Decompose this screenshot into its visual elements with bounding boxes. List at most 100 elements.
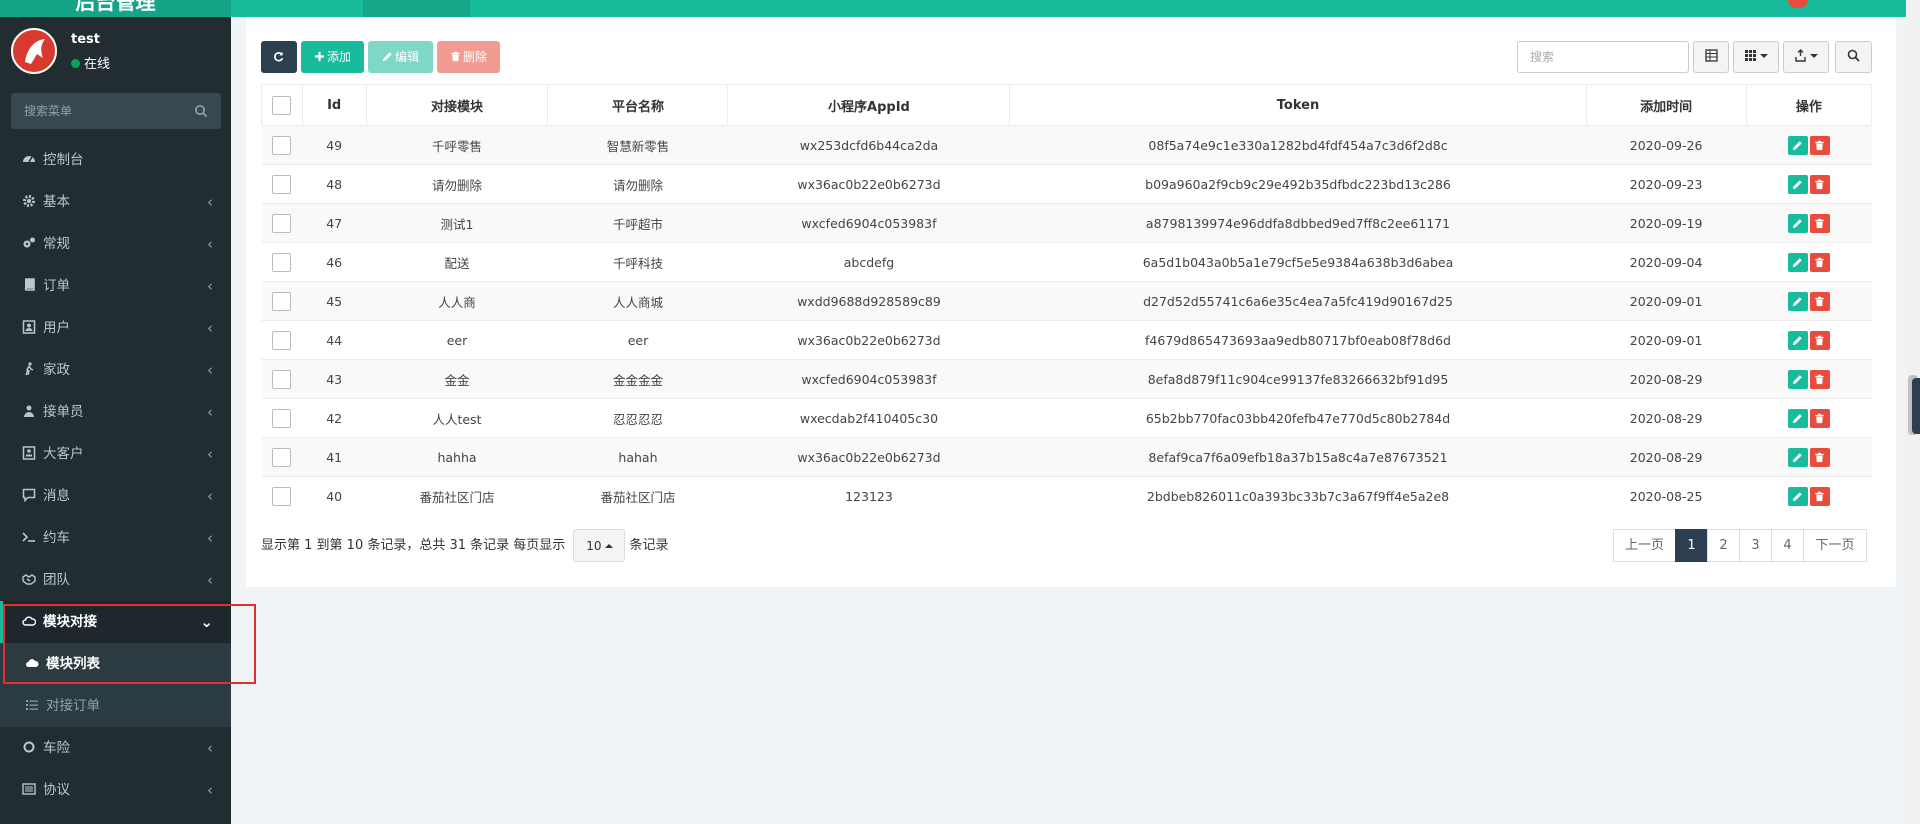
sidebar-item-users[interactable]: 用户 ‹ bbox=[0, 307, 231, 349]
column-header[interactable]: 小程序AppId bbox=[727, 84, 1011, 126]
sidebar-item-basic[interactable]: 基本 ‹ bbox=[0, 181, 231, 223]
table-row[interactable]: 41 hahha hahah wx36ac0b22e0b6273d 8efaf9ca7f… bbox=[261, 437, 1872, 477]
menu-search-input[interactable] bbox=[11, 93, 181, 129]
toggle-view-button[interactable] bbox=[1693, 41, 1729, 73]
app-logo[interactable]: 后台管理 bbox=[0, 0, 231, 17]
page-button[interactable]: 3 bbox=[1739, 529, 1772, 562]
sidebar-item-housekeeping[interactable]: 家政 ‹ bbox=[0, 349, 231, 391]
caret-up-icon bbox=[604, 544, 613, 548]
row-delete-button[interactable] bbox=[1809, 252, 1830, 272]
row-checkbox[interactable] bbox=[272, 135, 292, 155]
table-row[interactable]: 46 配送 千呼科技 abcdefg 6a5d1b043a0b5a1e79cf5e5e9… bbox=[261, 242, 1872, 282]
notification-badge[interactable] bbox=[1788, 0, 1808, 8]
table-row[interactable]: 42 人人test 忍忍忍忍 wxecdab2f410405c30 65b2bb770f… bbox=[261, 398, 1872, 438]
row-delete-button[interactable] bbox=[1809, 486, 1830, 506]
table-row[interactable]: 44 eer eer wx36ac0b22e0b6273d f4679d86547369… bbox=[261, 320, 1872, 360]
page-button[interactable]: 1 bbox=[1675, 529, 1708, 562]
table-search-input[interactable] bbox=[1517, 41, 1689, 73]
row-edit-button[interactable] bbox=[1787, 369, 1808, 389]
row-checkbox[interactable] bbox=[272, 291, 292, 311]
row-checkbox[interactable] bbox=[272, 369, 292, 389]
column-header[interactable]: Token bbox=[1009, 84, 1587, 126]
row-delete-button[interactable] bbox=[1809, 369, 1830, 389]
row-delete-button[interactable] bbox=[1809, 291, 1830, 311]
row-select-cell bbox=[261, 437, 303, 477]
table-row[interactable]: 43 金金 金金金金 wxcfed6904c053983f 8efa8d879f11c9… bbox=[261, 359, 1872, 399]
row-actions bbox=[1746, 125, 1872, 165]
row-delete-button[interactable] bbox=[1809, 330, 1830, 350]
pagination: 上一页 1 2 3 4 下一页 bbox=[1613, 529, 1867, 562]
row-edit-button[interactable] bbox=[1787, 447, 1808, 467]
advanced-search-button[interactable] bbox=[1835, 41, 1872, 73]
sidebar-item-messages[interactable]: 消息 ‹ bbox=[0, 475, 231, 517]
column-header[interactable]: 添加时间 bbox=[1585, 84, 1747, 126]
column-header[interactable]: 对接模块 bbox=[365, 84, 549, 126]
table-row[interactable]: 48 请勿删除 请勿删除 wx36ac0b22e0b6273d b09a960a2f9c… bbox=[261, 164, 1872, 204]
table-row[interactable]: 49 千呼零售 智慧新零售 wx253dcfd6b44ca2da 08f5a74e9c1… bbox=[261, 125, 1872, 165]
select-all-checkbox[interactable] bbox=[272, 95, 292, 115]
cell-id: 45 bbox=[302, 281, 366, 321]
cell-platform: eer bbox=[547, 320, 728, 360]
sidebar-item-label: 基本 bbox=[43, 194, 70, 210]
row-checkbox[interactable] bbox=[272, 486, 292, 506]
row-edit-button[interactable] bbox=[1787, 291, 1808, 311]
table-row[interactable]: 40 番茄社区门店 番茄社区门店 123123 2bdbeb826011c0a393bc… bbox=[261, 476, 1872, 516]
cell-date: 2020-08-29 bbox=[1586, 437, 1747, 477]
page-button[interactable]: 2 bbox=[1707, 529, 1740, 562]
row-checkbox[interactable] bbox=[272, 447, 292, 467]
row-edit-button[interactable] bbox=[1787, 174, 1808, 194]
row-checkbox[interactable] bbox=[272, 408, 292, 428]
sidebar-item-dispatchers[interactable]: 接单员 ‹ bbox=[0, 391, 231, 433]
sidebar-item-label: 常规 bbox=[43, 236, 70, 252]
edit-button-label: 编辑 bbox=[394, 50, 419, 64]
row-checkbox[interactable] bbox=[272, 252, 292, 272]
page-size-select[interactable]: 10 bbox=[573, 529, 626, 562]
row-edit-button[interactable] bbox=[1787, 486, 1808, 506]
row-checkbox[interactable] bbox=[272, 174, 292, 194]
column-header[interactable]: 平台名称 bbox=[547, 84, 729, 126]
sidebar-item-key-accounts[interactable]: 大客户 ‹ bbox=[0, 433, 231, 475]
sidebar-item-car-insurance[interactable]: 车险 ‹ bbox=[0, 727, 231, 769]
table-row[interactable]: 45 人人商 人人商城 wxdd9688d928589c89 d27d52d55741c… bbox=[261, 281, 1872, 321]
edit-button[interactable]: 编辑 bbox=[368, 41, 433, 73]
row-edit-button[interactable] bbox=[1787, 408, 1808, 428]
row-checkbox[interactable] bbox=[272, 213, 292, 233]
row-edit-button[interactable] bbox=[1787, 252, 1808, 272]
sidebar-item-general[interactable]: 常规 ‹ bbox=[0, 223, 231, 265]
refresh-icon bbox=[273, 51, 283, 62]
cell-appid: wx36ac0b22e0b6273d bbox=[727, 164, 1010, 204]
column-header[interactable]: Id bbox=[301, 84, 367, 126]
table-row[interactable]: 47 测试1 千呼超市 wxcfed6904c053983f a8798139974e9… bbox=[261, 203, 1872, 243]
row-edit-button[interactable] bbox=[1787, 330, 1808, 350]
side-drawer-handle[interactable] bbox=[1912, 378, 1920, 434]
row-edit-button[interactable] bbox=[1787, 213, 1808, 233]
sidebar-item-agreements[interactable]: 协议 ‹ bbox=[0, 769, 231, 811]
page-button[interactable]: 4 bbox=[1771, 529, 1804, 562]
sidebar-item-ride-booking[interactable]: 约车 ‹ bbox=[0, 517, 231, 559]
export-button[interactable] bbox=[1783, 41, 1829, 73]
row-delete-button[interactable] bbox=[1809, 213, 1830, 233]
sidebar-item-team[interactable]: 团队 ‹ bbox=[0, 559, 231, 601]
row-delete-button[interactable] bbox=[1809, 135, 1830, 155]
refresh-button[interactable] bbox=[261, 41, 297, 73]
row-delete-button[interactable] bbox=[1809, 174, 1830, 194]
row-actions bbox=[1746, 359, 1872, 399]
sidebar-item-orders[interactable]: 订单 ‹ bbox=[0, 265, 231, 307]
next-page-button[interactable]: 下一页 bbox=[1803, 529, 1867, 562]
top-nav-tab[interactable] bbox=[363, 0, 470, 17]
columns-button[interactable] bbox=[1733, 41, 1779, 73]
sidebar-item-integration-orders[interactable]: 对接订单 bbox=[0, 685, 231, 727]
prev-page-button[interactable]: 上一页 bbox=[1613, 529, 1676, 562]
row-delete-button[interactable] bbox=[1809, 447, 1830, 467]
delete-button[interactable]: 删除 bbox=[437, 41, 500, 73]
row-select-cell bbox=[261, 320, 303, 360]
pencil-icon bbox=[1792, 296, 1802, 306]
row-checkbox[interactable] bbox=[272, 330, 292, 350]
add-button[interactable]: 添加 bbox=[301, 41, 364, 73]
search-icon[interactable] bbox=[194, 104, 208, 118]
row-delete-button[interactable] bbox=[1809, 408, 1830, 428]
sidebar-item-label: 协议 bbox=[43, 782, 70, 798]
sidebar-item-dashboard[interactable]: 控制台 bbox=[0, 139, 231, 181]
cell-appid: wx36ac0b22e0b6273d bbox=[727, 320, 1010, 360]
row-edit-button[interactable] bbox=[1787, 135, 1808, 155]
